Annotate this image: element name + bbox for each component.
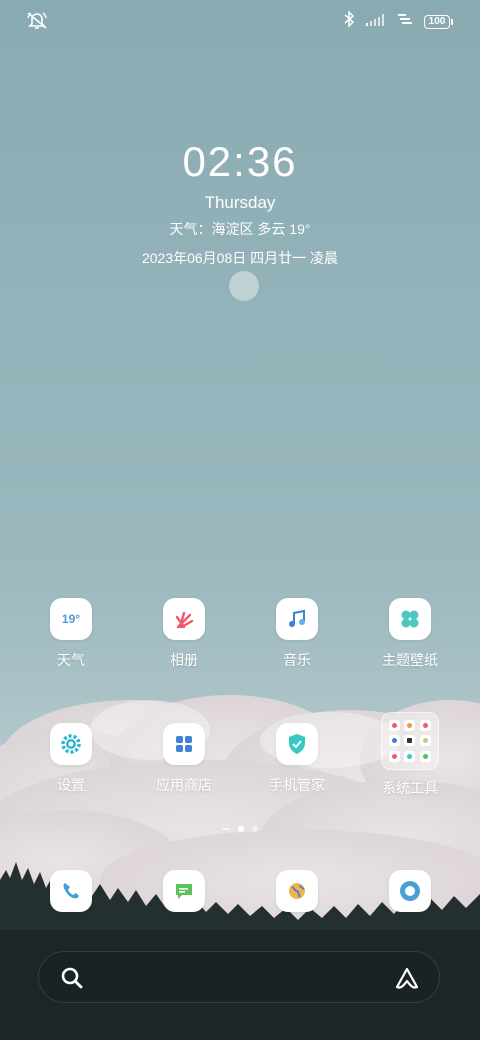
clock-time[interactable]: 02:36 [0, 138, 480, 186]
app-store-icon [163, 723, 205, 765]
folder-mini-icon [404, 750, 416, 762]
status-bar: 100 [0, 0, 480, 40]
clock-weekday: Thursday [204, 193, 276, 212]
gallery-icon [163, 598, 205, 640]
camera-icon [389, 870, 431, 912]
folder-mini-icon [404, 720, 416, 732]
security-icon [276, 723, 318, 765]
dock-phone[interactable] [16, 870, 126, 912]
app-label: 应用商店 [156, 777, 212, 793]
app-music[interactable]: 音乐 [242, 598, 352, 670]
music-icon [276, 598, 318, 640]
app-themes[interactable]: 主题壁纸 [355, 598, 465, 670]
app-weather[interactable]: 19° 天气 [16, 598, 126, 670]
app-label: 系统工具 [382, 780, 438, 796]
folder-mini-icon [389, 735, 401, 747]
assistant-icon[interactable] [393, 965, 421, 996]
browser-icon [276, 870, 318, 912]
dock-camera[interactable] [355, 870, 465, 912]
app-label: 天气 [57, 652, 85, 668]
folder-mini-icon [419, 750, 431, 762]
app-gallery[interactable]: 相册 [129, 598, 239, 670]
weather-icon: 19° [50, 598, 92, 640]
app-label: 主题壁纸 [382, 652, 438, 668]
data-icon [398, 13, 412, 31]
app-label: 设置 [57, 777, 85, 793]
folder-mini-icon [404, 735, 416, 747]
bluetooth-icon [344, 10, 355, 33]
page-dot[interactable] [222, 828, 230, 830]
mute-bell-icon [26, 12, 48, 34]
folder-mini-icon [389, 720, 401, 732]
weather-summary[interactable]: 天气：海淀区 多云 19° [0, 219, 480, 239]
folder-mini-icon [419, 735, 431, 747]
signal-icon [366, 13, 386, 31]
app-security[interactable]: 手机管家 [242, 723, 352, 795]
folder-mini-icon [419, 720, 431, 732]
app-label: 手机管家 [269, 777, 325, 793]
search-bar[interactable] [38, 951, 440, 1003]
date-lunar[interactable]: 2023年06月08日 四月廿一 凌晨 [0, 248, 480, 268]
themes-icon [389, 598, 431, 640]
search-icon[interactable] [59, 965, 85, 996]
page-dot-active[interactable] [238, 826, 244, 832]
app-system-tools-folder[interactable]: 系统工具 [355, 712, 465, 798]
settings-icon [50, 723, 92, 765]
folder-mini-icon [389, 750, 401, 762]
messages-icon [163, 870, 205, 912]
battery-level: 100 [428, 15, 446, 27]
dock-messages[interactable] [129, 870, 239, 912]
page-dot[interactable] [252, 826, 258, 832]
moon [229, 271, 259, 301]
page-indicator [0, 826, 480, 832]
app-store[interactable]: 应用商店 [129, 723, 239, 795]
folder-icon [381, 712, 439, 770]
app-label: 相册 [170, 652, 198, 668]
app-settings[interactable]: 设置 [16, 723, 126, 795]
app-label: 音乐 [283, 652, 311, 668]
weather-icon-temp: 19° [61, 612, 81, 626]
battery-icon: 100 [424, 14, 453, 29]
dock-browser[interactable] [242, 870, 352, 912]
phone-icon [50, 870, 92, 912]
